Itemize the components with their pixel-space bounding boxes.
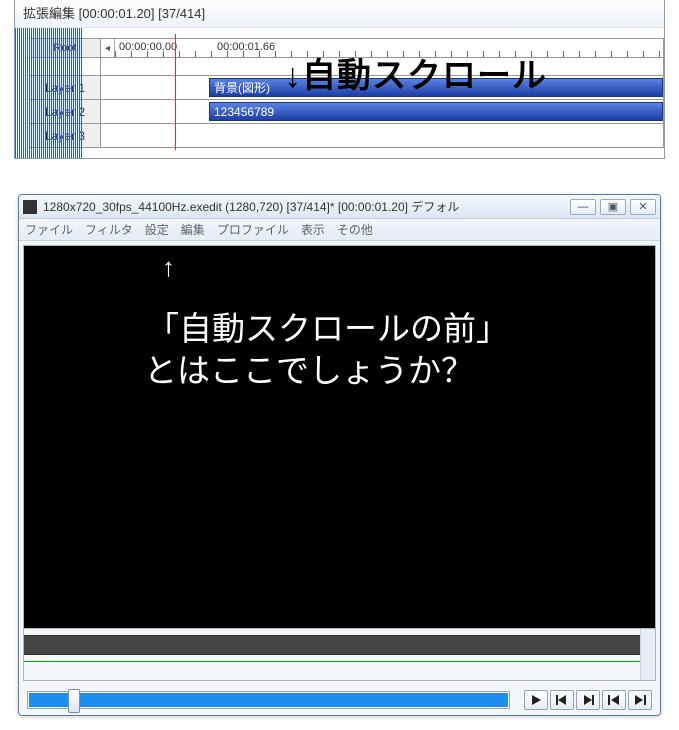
ruler-ticks xyxy=(115,51,663,57)
playback-buttons xyxy=(524,690,652,710)
preview-title-text: 1280x720_30fps_44100Hz.exedit (1280,720)… xyxy=(43,198,570,215)
seek-fill-left xyxy=(29,693,72,707)
menu-display[interactable]: 表示 xyxy=(301,221,325,238)
app-icon xyxy=(23,200,37,214)
maximize-icon: ▣ xyxy=(608,200,618,213)
layer-1-track[interactable]: 背景(図形) xyxy=(101,76,664,100)
menu-profile[interactable]: プロファイル xyxy=(217,221,289,238)
timeline-ruler[interactable]: ◂ 00:00:00.00 00:00:01.66 xyxy=(101,38,664,58)
layer-3-row: Layer 3 xyxy=(29,124,664,148)
timeline-title-text: 拡張編集 [00:00:01.20] [37/414] xyxy=(23,6,205,21)
clip-label: 123456789 xyxy=(214,105,274,119)
menu-settings[interactable]: 設定 xyxy=(145,221,169,238)
audio-band[interactable] xyxy=(23,635,656,655)
maximize-button[interactable]: ▣ xyxy=(600,199,626,215)
annotation-line-2: とはここでしょうか？ xyxy=(144,344,474,392)
step-forward-button[interactable] xyxy=(576,690,600,710)
timeline-titlebar[interactable]: 拡張編集 [00:00:01.20] [37/414] xyxy=(15,0,664,28)
timeline-ruler-row: Root ◂ 00:00:00.00 00:00:01.66 xyxy=(29,38,664,58)
audio-wave-icon xyxy=(15,28,83,158)
seek-fill-right xyxy=(78,693,508,707)
seek-thumb[interactable] xyxy=(68,689,80,713)
go-end-icon xyxy=(633,693,647,707)
layer-2-track[interactable]: 123456789 xyxy=(101,100,664,124)
clip-label: 背景(図形) xyxy=(214,81,270,95)
layer-1-clip[interactable]: 背景(図形) xyxy=(209,78,663,97)
preview-subpanel xyxy=(23,628,656,680)
minimize-icon: — xyxy=(578,201,589,213)
ruler-scroll-left-icon[interactable]: ◂ xyxy=(101,39,115,57)
preview-canvas[interactable]: ↑ 「自動スクロールの前」 とはここでしょうか？ xyxy=(23,245,656,681)
timeline-window: 拡張編集 [00:00:01.20] [37/414] Root ◂ 00:00… xyxy=(14,0,665,159)
vertical-scrollbar[interactable] xyxy=(640,629,656,680)
preview-window: 1280x720_30fps_44100Hz.exedit (1280,720)… xyxy=(18,194,661,716)
go-start-icon xyxy=(607,693,621,707)
menu-edit[interactable]: 編集 xyxy=(181,221,205,238)
layer-3-track[interactable] xyxy=(101,124,664,148)
step-back-icon xyxy=(555,693,569,707)
layer-2-row: Layer 2 123456789 xyxy=(29,100,664,124)
layer-2-clip[interactable]: 123456789 xyxy=(209,102,663,121)
preview-controls xyxy=(19,685,660,715)
minimize-button[interactable]: — xyxy=(570,199,596,215)
preview-range-line[interactable] xyxy=(23,661,640,662)
annotation-line-1: 「自動スクロールの前」 xyxy=(146,302,509,350)
audio-track[interactable] xyxy=(101,58,664,76)
go-end-button[interactable] xyxy=(628,690,652,710)
seek-bar[interactable] xyxy=(27,691,510,709)
timeline-body: Root ◂ 00:00:00.00 00:00:01.66 xyxy=(15,28,664,158)
audio-track-row xyxy=(29,58,664,76)
annotation-arrow-up: ↑ xyxy=(162,252,175,283)
audio-wave-label xyxy=(29,58,101,76)
step-forward-icon xyxy=(581,693,595,707)
go-start-button[interactable] xyxy=(602,690,626,710)
menu-other[interactable]: その他 xyxy=(337,221,373,238)
close-button[interactable]: ✕ xyxy=(630,199,656,215)
preview-menubar: ファイル フィルタ 設定 編集 プロファイル 表示 その他 xyxy=(19,219,660,241)
menu-file[interactable]: ファイル xyxy=(25,221,73,238)
play-button[interactable] xyxy=(524,690,548,710)
window-buttons: — ▣ ✕ xyxy=(570,199,656,215)
close-icon: ✕ xyxy=(638,200,647,213)
step-back-button[interactable] xyxy=(550,690,574,710)
scroll-left-glyph: ◂ xyxy=(105,43,110,54)
preview-titlebar[interactable]: 1280x720_30fps_44100Hz.exedit (1280,720)… xyxy=(19,195,660,219)
menu-filter[interactable]: フィルタ xyxy=(85,221,133,238)
play-icon xyxy=(529,693,543,707)
layer-1-row: Layer 1 背景(図形) xyxy=(29,76,664,100)
